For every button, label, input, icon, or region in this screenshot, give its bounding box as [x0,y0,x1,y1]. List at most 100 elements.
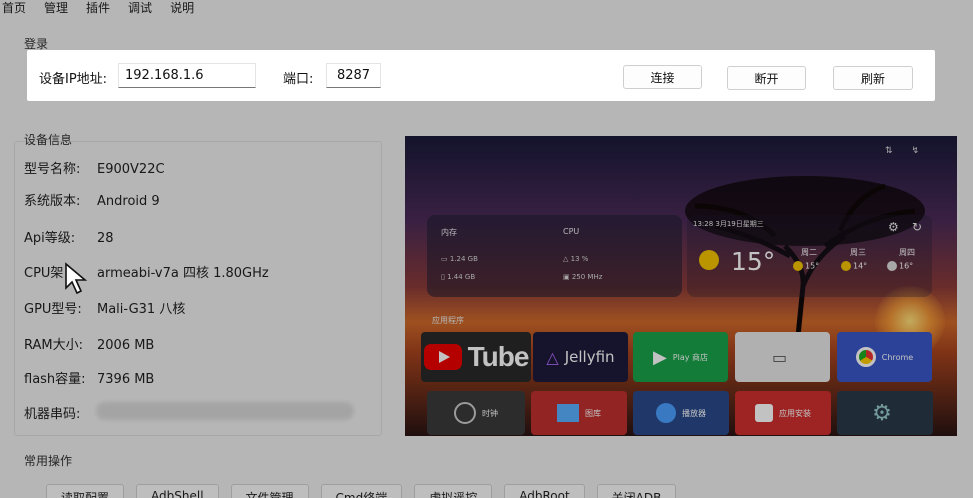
forecast-day-1: 周二 [801,248,817,257]
app-tile-player[interactable]: 播放器 [633,391,729,435]
sun-icon [841,261,851,271]
adbroot-button[interactable]: AdbRoot [504,484,585,498]
info-key: 系统版本: [24,194,81,209]
ops-button-row: 读取配置 AdbShell 文件管理 Cmd终端 虚拟遥控 AdbRoot 关闭… [46,484,677,498]
app-tile-cast[interactable]: ▭ [735,332,830,382]
status-icons: ⇅ ↯ [885,146,927,156]
app-tile-gallery[interactable]: 图库 [531,391,627,435]
mem-value-1: ▭ 1.24 GB [441,255,478,263]
play-store-icon: ▶ [652,346,667,368]
app-tile-youtube-label: Tube [467,341,530,372]
sun-icon [793,261,803,271]
clock-icon [454,402,476,424]
tab-manage[interactable]: 管理 [35,0,77,16]
info-row-serial: 机器串码: [24,403,97,422]
info-value: 28 [97,231,114,246]
app-tile-jellyfin[interactable]: △ Jellyfin [533,332,628,382]
mouse-cursor-icon [65,262,88,295]
installer-icon [755,404,773,422]
jellyfin-icon: △ [546,347,559,367]
info-key: flash容量: [24,372,86,387]
info-row-ram: RAM大小: 2006 MB [24,334,154,353]
info-row-os: 系统版本: Android 9 [24,190,160,209]
info-key: 机器串码: [24,407,81,422]
cpu-value-2: ▣ 250 MHz [563,273,603,281]
info-value: Android 9 [97,194,160,209]
info-row-gpu: GPU型号: Mali-G31 八核 [24,298,185,317]
info-row-api: Api等级: 28 [24,227,114,246]
device-info-section-label: 设备信息 [24,133,73,147]
app-tile-jellyfin-label: Jellyfin [564,348,615,366]
app-tile-play-store-label: Play 商店 [672,352,709,362]
mem-title: 内存 [441,228,457,237]
settings-gear-icon: ⚙ [872,400,892,426]
info-row-model: 型号名称: E900V22C [24,158,165,177]
main-tabs: 首页 管理 插件 调试 说明 [0,0,203,16]
app-tile-installer-label: 应用安装 [779,408,811,418]
weather-sun-icon [699,250,719,270]
player-icon [656,403,676,423]
close-adb-button[interactable]: 关闭ADB [596,484,677,498]
read-config-button[interactable]: 读取配置 [46,484,125,498]
refresh-button[interactable]: 刷新 [833,66,913,90]
chrome-icon [855,347,876,367]
current-temp: 15° [731,247,776,276]
app-tile-settings[interactable]: ⚙ [837,391,933,435]
app-tile-chrome-label: Chrome [881,352,914,362]
youtube-icon [423,344,462,370]
app-tile-player-label: 播放器 [682,408,706,418]
app-tile-chrome[interactable]: Chrome [837,332,932,382]
adbshell-button[interactable]: AdbShell [136,484,219,498]
tab-plugins[interactable]: 插件 [77,0,119,16]
info-value: E900V22C [97,162,165,177]
ip-label: 设备IP地址: [39,72,108,87]
ops-section-label: 常用操作 [24,454,73,468]
connect-button[interactable]: 连接 [623,65,702,89]
app-tile-clock[interactable]: 时钟 [427,391,525,435]
info-value: 7396 MB [97,372,155,387]
app-tile-clock-label: 时钟 [482,408,498,418]
cast-icon: ▭ [771,347,788,367]
mem-value-2: ▯ 1.44 GB [441,273,476,281]
tab-home[interactable]: 首页 [0,0,35,16]
cpu-title: CPU [563,227,580,236]
mem-value-1-text: 1.24 GB [449,255,478,263]
refresh-icon[interactable]: ↻ [912,220,922,234]
app-tile-installer[interactable]: 应用安装 [735,391,831,435]
cmd-terminal-button[interactable]: Cmd终端 [320,484,403,498]
forecast-temp-3-text: 16° [899,261,914,271]
info-value: Mali-G31 八核 [97,302,186,317]
app-tile-gallery-label: 图库 [585,408,601,418]
port-label: 端口: [283,72,314,87]
info-key: RAM大小: [24,338,83,353]
forecast-day-3: 周四 [899,248,915,257]
login-bar: 设备IP地址: 端口: 连接 断开 刷新 [27,50,935,101]
ip-input[interactable] [118,63,256,88]
mem-value-2-text: 1.44 GB [447,273,476,281]
tab-help[interactable]: 说明 [161,0,203,16]
device-screen-preview[interactable]: ⇅ ↯ 内存 CPU ▭ 1.24 GB ▯ 1.44 GB △ 13 % ▣ … [405,136,957,436]
cloud-icon [887,261,897,271]
apps-label: 应用程序 [432,316,464,325]
virtual-remote-button[interactable]: 虚拟遥控 [414,484,493,498]
file-manager-button[interactable]: 文件管理 [230,484,309,498]
disconnect-button[interactable]: 断开 [727,66,806,90]
forecast-temp-3: 16° [887,261,913,271]
cpu-value-1-text: 13 % [570,255,589,263]
serial-redacted [96,402,354,420]
info-row-flash: flash容量: 7396 MB [24,368,154,387]
forecast-temp-1-text: 15° [805,261,820,271]
info-value: 2006 MB [97,338,155,353]
forecast-temp-2: 14° [841,261,867,271]
cpu-value-2-text: 250 MHz [571,273,603,281]
clock-text: 13:28 3月19日星期三 [693,220,764,228]
tab-debug[interactable]: 调试 [119,0,161,16]
forecast-day-2: 周三 [850,248,866,257]
port-input[interactable] [326,63,381,88]
gear-icon[interactable]: ⚙ [888,220,899,234]
cpu-value-1: △ 13 % [563,255,589,263]
app-tile-play-store[interactable]: ▶ Play 商店 [633,332,728,382]
info-row-cpu: CPU架 armeabi-v7a 四核 1.80GHz [24,262,269,281]
info-key: GPU型号: [24,302,82,317]
app-tile-youtube[interactable]: Tube [421,332,531,382]
